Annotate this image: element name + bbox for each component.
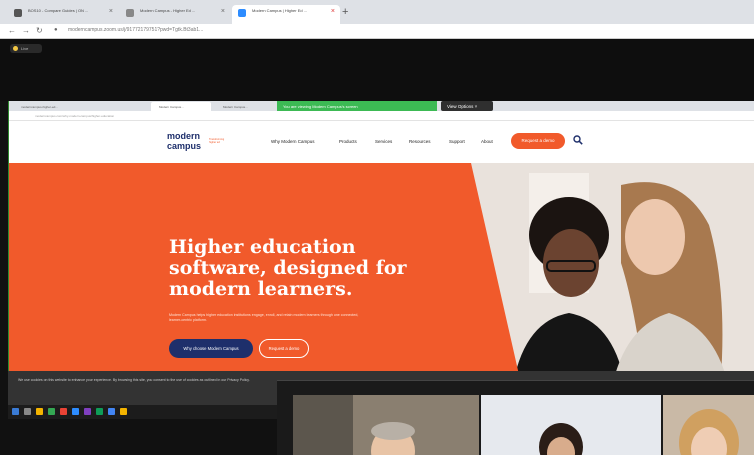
inner-tab-strip: moderncampus-higher-ed... Modern Campus.… [9,101,754,111]
explorer-icon[interactable] [36,408,43,415]
app-icon[interactable] [96,408,103,415]
logo-tagline: Transforming higher ed [209,138,225,144]
outer-tab[interactable]: BOS10 - Compare Guides | ON ... × [8,5,118,24]
logo-line1: modern [167,131,201,141]
close-icon[interactable]: × [109,8,113,15]
windows-taskbar [8,405,278,419]
zoom-favicon-icon [238,9,246,17]
app-icon[interactable] [84,408,91,415]
zoom-icon[interactable] [72,408,79,415]
back-icon[interactable]: ← [8,26,16,35]
zoom-screen-share: BOS10 - Compare Guides | ON ... × Modern… [0,0,754,455]
inner-tab-label: Modern Campus... [159,105,184,109]
outer-tab-label: BOS10 - Compare Guides | ON ... [28,8,89,13]
inner-address-bar: moderncampus.com/why-modern-campus/highe… [9,111,754,121]
why-choose-button[interactable]: Why choose Modern Campus [169,339,253,358]
forward-icon[interactable]: → [22,26,30,35]
inner-tab: moderncampus-higher-ed... [13,102,133,111]
chrome-icon[interactable] [60,408,67,415]
inner-tab-active: Modern Campus... [151,102,211,111]
request-demo-button[interactable]: Request a demo [511,133,565,149]
close-icon[interactable]: × [221,8,225,15]
logo-line2: campus [167,141,202,151]
nav-about[interactable]: About [481,139,493,144]
inner-tab: Modern Campus... [215,102,275,111]
sharing-banner: You are viewing Modern Campus's screen [277,101,437,111]
modern-campus-logo[interactable]: modern campus Transforming higher ed [167,131,225,153]
new-tab-icon[interactable]: + [342,6,348,18]
close-icon[interactable]: × [331,8,335,15]
view-options-button[interactable]: View Options ˅ [441,101,493,111]
outer-url-field[interactable]: moderncampus.zoom.us/j/91772179751?pwd=T… [68,27,708,33]
hero-request-demo-button[interactable]: Request a demo [259,339,309,358]
participant-video [481,395,661,455]
nav-resources[interactable]: Resources [409,139,431,144]
status-dot-icon [13,46,18,51]
participant-video-strip [277,380,754,455]
tab-favicon-icon [126,9,134,17]
share-status-label: Live [21,46,29,51]
outer-tab-label: Modern Campus - Higher Ed ... [140,8,196,13]
inner-url: moderncampus.com/why-modern-campus/highe… [35,114,115,118]
app-icon[interactable] [120,408,127,415]
outer-tab-label: Modern Campus | Higher Ed ... [252,8,308,13]
app-icon[interactable] [108,408,115,415]
participant-tile[interactable] [481,395,661,455]
reload-icon[interactable]: ↻ [36,26,43,35]
outer-tab-strip: BOS10 - Compare Guides | ON ... × Modern… [0,0,754,24]
start-icon[interactable] [12,408,19,415]
nav-services[interactable]: Services [375,139,392,144]
cookie-text: We use cookies on this website to enhanc… [18,378,250,382]
search-taskbar-icon[interactable] [24,408,31,415]
outer-address-bar: ← → ↻ ● moderncampus.zoom.us/j/917721797… [0,24,754,39]
nav-why-modern-campus[interactable]: Why Modern Campus [271,139,315,144]
app-icon[interactable] [48,408,55,415]
outer-tab[interactable]: Modern Campus - Higher Ed ... × [120,5,230,24]
participant-video [663,395,754,455]
inner-tab-label: moderncampus-higher-ed... [21,105,58,109]
hero-subtitle: Modern Campus helps higher education ins… [169,313,359,322]
participant-video [293,395,479,455]
inner-tab-label: Modern Campus... [223,105,248,109]
nav-products[interactable]: Products [339,139,357,144]
hero-title: Higher education software, designed for … [169,236,407,300]
lock-icon: ● [54,27,58,33]
nav-support[interactable]: Support [449,139,465,144]
share-header: Live [0,39,754,101]
site-header: modern campus Transforming higher ed Why… [9,121,754,163]
share-status-pill: Live [10,44,42,53]
outer-tab-active[interactable]: Modern Campus | Higher Ed ... × [232,5,340,24]
tab-favicon-icon [14,9,22,17]
participant-tile[interactable] [663,395,754,455]
participant-tile[interactable] [293,395,479,455]
search-icon[interactable] [573,135,583,145]
